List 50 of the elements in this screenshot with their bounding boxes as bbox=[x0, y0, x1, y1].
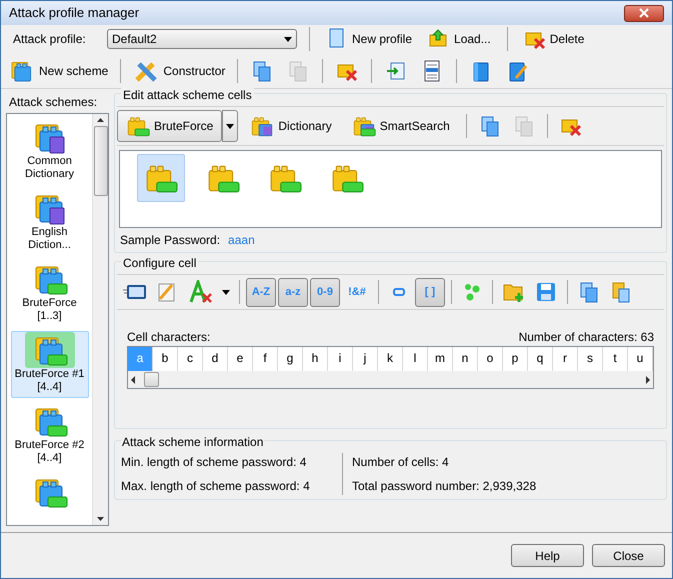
info-text: Max. length of scheme password: 4 bbox=[121, 478, 311, 495]
letter-remove-icon bbox=[189, 280, 213, 304]
character-count: Number of characters: 63 bbox=[518, 329, 654, 346]
scroll-thumb[interactable] bbox=[144, 372, 159, 387]
scroll-thumb[interactable] bbox=[94, 126, 108, 196]
sample-password-label: Sample Password: bbox=[120, 232, 220, 249]
schemes-label: Attack schemes: bbox=[9, 94, 98, 111]
cell-type-button[interactable]: SmartSearch bbox=[344, 110, 458, 142]
info-text: Number of cells: 4 bbox=[352, 454, 450, 471]
paste-icon bbox=[287, 60, 310, 82]
import-icon bbox=[385, 60, 408, 82]
dropdown-button[interactable] bbox=[222, 110, 238, 142]
paste-icon bbox=[512, 115, 535, 137]
cell-characters-label: Cell characters: bbox=[127, 329, 210, 346]
caret-icon bbox=[284, 36, 292, 42]
scheme-item[interactable]: BruteForce #2 [4..4] bbox=[10, 402, 88, 469]
scheme-item[interactable]: BruteForce [1..3] bbox=[10, 260, 88, 327]
window-icon bbox=[123, 284, 147, 300]
new-profile-button[interactable]: New profile bbox=[322, 27, 416, 51]
cell-type-button[interactable]: BruteForce bbox=[117, 110, 222, 142]
close-icon bbox=[639, 8, 649, 18]
caret-icon bbox=[222, 290, 230, 294]
profile-label: Attack profile: bbox=[13, 31, 87, 48]
newscheme-button[interactable]: New scheme bbox=[5, 56, 112, 86]
load-profile-button[interactable]: Load... bbox=[424, 27, 495, 51]
profile-dropdown[interactable]: Default2 bbox=[107, 29, 297, 49]
horizontal-scrollbar[interactable] bbox=[128, 371, 653, 388]
paste-icon bbox=[610, 281, 632, 303]
close-button[interactable] bbox=[624, 4, 664, 22]
delete-profile-button[interactable]: Delete bbox=[520, 27, 588, 51]
save-icon bbox=[535, 281, 557, 303]
scroll-left-icon bbox=[130, 376, 136, 384]
constructor-button[interactable]: Constructor bbox=[129, 56, 230, 86]
copy-icon bbox=[478, 115, 501, 137]
footer-button[interactable]: Help bbox=[511, 544, 584, 567]
footer-button[interactable]: Close bbox=[592, 544, 665, 567]
info-text: Total password number: 2,939,328 bbox=[352, 478, 536, 495]
cell-item[interactable] bbox=[137, 154, 185, 202]
caret-icon bbox=[226, 124, 234, 128]
scheme-item[interactable]: Common Dictionary bbox=[10, 118, 88, 185]
scheme-item[interactable]: BruteForce #1 [4..4] bbox=[10, 331, 88, 398]
sample-password-value: aaan bbox=[228, 232, 255, 249]
info-text: Min. length of scheme password: 4 bbox=[121, 454, 308, 471]
scheme-item[interactable]: English Diction... bbox=[10, 189, 88, 256]
scroll-right-icon bbox=[645, 376, 651, 384]
cell-type-button[interactable]: Dictionary bbox=[242, 110, 340, 142]
scrollbar[interactable] bbox=[92, 114, 108, 525]
window-title: Attack profile manager bbox=[9, 4, 140, 22]
copy-icon bbox=[251, 60, 274, 82]
copy-icon bbox=[578, 281, 600, 303]
